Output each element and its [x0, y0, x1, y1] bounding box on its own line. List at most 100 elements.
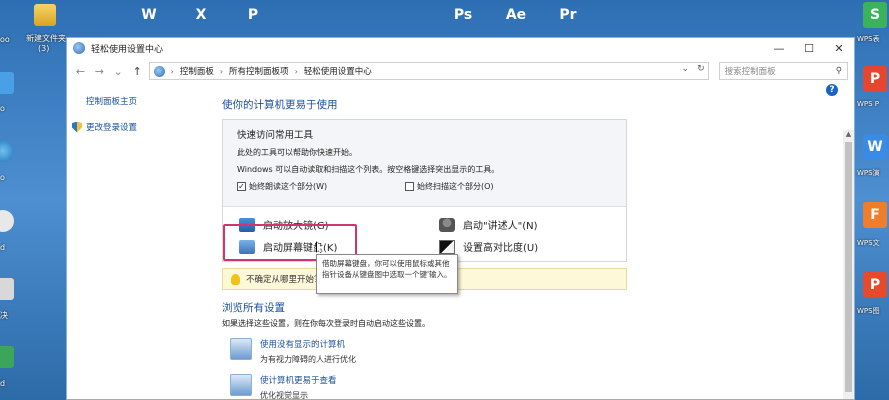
control-panel-icon	[153, 65, 165, 77]
window-controls: — ☐ ✕	[764, 38, 854, 58]
always-read-checkbox[interactable]: ✓ 始终朗读这个部分(W)	[237, 181, 405, 192]
quick-access-desc: Windows 可以自动读取和扫描这个列表。按空格键选择突出显示的工具。	[237, 165, 500, 174]
desktop-label: oo	[0, 35, 10, 44]
after-effects-icon[interactable]: Ae	[501, 0, 531, 30]
sidebar-link-logon[interactable]: 更改登录设置	[72, 120, 207, 134]
browse-subtitle: 如果选择这些设置，则在你每次登录时自动启动这些设置。	[222, 319, 430, 328]
desktop-label: (3)	[38, 44, 50, 53]
word-icon-glyph: W	[141, 7, 157, 23]
checkbox-label: 始终扫描这个部分(O)	[417, 182, 494, 191]
recent-locations-button[interactable]: ⌄	[111, 63, 126, 79]
chevron-right-icon: ›	[170, 66, 174, 76]
excel-icon[interactable]: X	[186, 0, 216, 30]
quick-access-options: ✓ 始终朗读这个部分(W) 始终扫描这个部分(O)	[237, 181, 612, 192]
powerpoint-icon[interactable]: P	[238, 0, 268, 30]
chevron-right-icon[interactable]: ›	[295, 67, 298, 76]
settings-item-link[interactable]: 使计算机更易于查看	[260, 374, 337, 386]
desktop-label: WPS图	[857, 307, 880, 315]
quick-access-header: 快速访问常用工具 此处的工具可以帮助你快速开始。 Windows 可以自动读取和…	[223, 120, 626, 207]
forward-button[interactable]: →	[92, 63, 107, 79]
close-button[interactable]: ✕	[824, 38, 854, 58]
tip-text: 不确定从哪里开始？	[246, 275, 323, 285]
desktop-label: WPS演	[857, 169, 880, 177]
desktop-label: WPS文	[857, 239, 880, 247]
monitor-icon	[230, 338, 252, 360]
shield-icon	[72, 121, 82, 133]
address-row: ← → ⌄ ↑ › 控制面板 › 所有控制面板项 › 轻松使用设置中心 ⌄ ↻ …	[67, 58, 854, 84]
main-panel: 使你的计算机更易于使用 快速访问常用工具 此处的工具可以帮助你快速开始。 Win…	[222, 84, 652, 400]
breadcrumb-item[interactable]: 所有控制面板项	[229, 65, 289, 77]
contrast-icon	[439, 239, 455, 254]
photoshop-icon[interactable]: Ps	[448, 0, 478, 30]
desktop-label: o	[0, 173, 5, 182]
search-input[interactable]: 搜索控制面板 ⚲	[718, 62, 848, 80]
settings-item: 使用没有显示的计算机 为有视力障碍的人进行优化	[230, 338, 652, 365]
narrator-icon	[439, 217, 455, 232]
set-high-contrast-link[interactable]: 设置高对比度(U)	[439, 239, 538, 254]
desktop-label: WPS表	[857, 35, 880, 43]
desktop-right-icons: S WPS表 P WPS P W WPS演 F WPS文 P WPS图	[855, 0, 889, 400]
breadcrumb-item[interactable]: 控制面板	[180, 65, 214, 77]
powerpoint-icon-glyph: P	[247, 7, 259, 23]
back-button[interactable]: ←	[73, 63, 88, 79]
quick-access-title: 快速访问常用工具	[237, 130, 314, 141]
keyboard-tooltip: 借助屏幕键盘，你可以使用鼠标或其他指针设备从键盘图中选取一个键'输入。	[316, 254, 458, 294]
page-heading: 使你的计算机更易于使用	[222, 99, 338, 111]
settings-item-link[interactable]: 使用没有显示的计算机	[260, 338, 356, 350]
excel-icon-glyph: X	[195, 7, 207, 23]
breadcrumb-item[interactable]: 轻松使用设置中心	[304, 65, 372, 77]
always-scan-checkbox[interactable]: 始终扫描这个部分(O)	[405, 181, 573, 192]
folder-icon[interactable]	[34, 4, 56, 26]
vertical-scrollbar[interactable]: ▲	[843, 130, 854, 399]
tool-label: 设置高对比度(U)	[463, 243, 539, 254]
app-icon[interactable]	[0, 210, 14, 232]
checkbox-label: 始终朗读这个部分(W)	[249, 182, 328, 191]
wps-ppt-icon[interactable]: P	[863, 66, 887, 92]
word-icon[interactable]: W	[134, 0, 164, 30]
wps-sheet-icon[interactable]: S	[863, 2, 887, 28]
network-icon[interactable]	[0, 140, 14, 162]
lightbulb-icon	[231, 273, 240, 285]
minimize-button[interactable]: —	[764, 38, 794, 58]
address-bar[interactable]: › 控制面板 › 所有控制面板项 › 轻松使用设置中心 ⌄ ↻	[148, 62, 709, 80]
refresh-icon[interactable]: ↻	[697, 64, 705, 74]
wps-present-icon[interactable]: W	[863, 134, 887, 160]
desktop-label: o	[0, 104, 5, 113]
settings-item-desc: 为有视力障碍的人进行优化	[260, 355, 356, 364]
sidebar-link-home[interactable]: 控制面板主页	[86, 94, 207, 108]
security-icon[interactable]	[0, 346, 14, 368]
photoshop-icon-glyph: Ps	[453, 7, 473, 23]
desktop-label: WPS P	[857, 100, 880, 108]
checkbox-checked[interactable]: ✓	[237, 182, 246, 191]
search-icon[interactable]: ⚲	[836, 66, 842, 76]
tool-label: 启动"讲述人"(N)	[463, 221, 538, 232]
sidebar: 控制面板主页 更改登录设置	[67, 84, 207, 146]
quick-access-panel: 快速访问常用工具 此处的工具可以帮助你快速开始。 Windows 可以自动读取和…	[222, 119, 627, 262]
scroll-thumb[interactable]	[845, 142, 852, 392]
control-panel-icon	[73, 42, 85, 54]
browse-title: 浏览所有设置	[222, 302, 285, 314]
settings-item-desc: 优化视觉显示	[260, 391, 308, 400]
wps-doc-icon[interactable]: F	[863, 202, 887, 228]
checkbox-unchecked[interactable]	[405, 182, 414, 191]
desktop-left-icons: oo 新建文件夹 (3) o o d 决 d	[0, 0, 66, 400]
start-narrator-link[interactable]: 启动"讲述人"(N)	[439, 217, 537, 232]
chevron-right-icon[interactable]: ›	[220, 67, 223, 76]
wps-pdf-icon[interactable]: P	[863, 272, 887, 298]
ease-of-access-window: 轻松使用设置中心 — ☐ ✕ ← → ⌄ ↑ › 控制面板 › 所有控制面板项 …	[66, 37, 855, 400]
title-bar[interactable]: 轻松使用设置中心	[67, 38, 854, 58]
recycle-bin-icon[interactable]	[0, 278, 14, 300]
scroll-up-icon[interactable]: ▲	[843, 130, 854, 141]
desktop-label: 新建文件夹	[26, 34, 66, 43]
maximize-button[interactable]: ☐	[794, 38, 824, 58]
premiere-icon-glyph: Pr	[559, 7, 577, 23]
up-button[interactable]: ↑	[130, 63, 145, 79]
after-effects-icon-glyph: Ae	[505, 7, 527, 23]
monitor-icon	[230, 374, 252, 396]
settings-item: 使计算机更易于查看 优化视觉显示	[230, 374, 652, 400]
desktop-label: d	[0, 243, 6, 252]
premiere-icon[interactable]: Pr	[553, 0, 583, 30]
computer-icon[interactable]	[0, 72, 14, 94]
search-placeholder: 搜索控制面板	[724, 67, 776, 77]
chevron-down-icon[interactable]: ⌄	[682, 64, 690, 74]
